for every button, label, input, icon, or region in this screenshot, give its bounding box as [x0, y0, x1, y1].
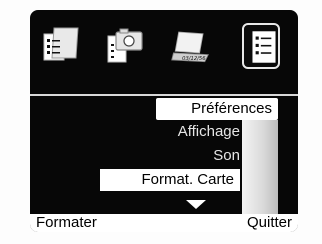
- menu-item-affichage[interactable]: Affichage: [178, 121, 240, 143]
- checklist-icon: [252, 31, 276, 63]
- tab-document[interactable]: [40, 24, 80, 68]
- laptop-date-icon: 03/12/56: [171, 31, 209, 63]
- scroll-down-arrow-icon[interactable]: [186, 200, 206, 209]
- device-bezel: 03/12/56 Préférences Affichage Son Forma…: [0, 0, 322, 244]
- softkey-bar: Formater Quitter: [30, 214, 298, 232]
- tab-preferences[interactable]: [242, 23, 280, 69]
- camera-menu-screen: 03/12/56 Préférences Affichage Son Forma…: [30, 10, 298, 232]
- menu-title: Préférences: [156, 98, 278, 120]
- tab-date-settings[interactable]: 03/12/56: [170, 24, 216, 68]
- document-icon: [43, 27, 79, 61]
- tab-camera-settings[interactable]: [104, 24, 144, 68]
- camera-document-icon: [107, 28, 143, 63]
- tab-divider: [30, 94, 298, 96]
- menu-item-format-carte[interactable]: Format. Carte: [100, 169, 240, 191]
- softkey-formater[interactable]: Formater: [36, 214, 97, 232]
- menu-item-son[interactable]: Son: [213, 145, 240, 167]
- menu-scrollbar[interactable]: [242, 120, 278, 214]
- date-stamp-text: 03/12/56: [182, 56, 206, 62]
- softkey-quitter[interactable]: Quitter: [247, 214, 292, 232]
